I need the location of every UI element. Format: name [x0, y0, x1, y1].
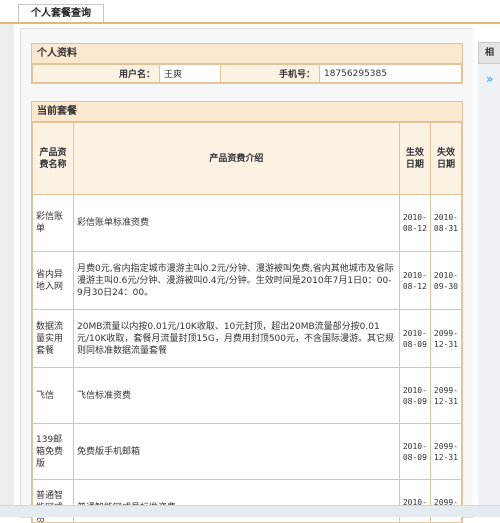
- phone-value: 18756295385: [320, 65, 462, 83]
- row-product-desc: 飞信标准资费: [74, 368, 400, 424]
- table-row: 彩信账单 彩信账单标准资费 2010-08-12 2010-08-31: [33, 195, 462, 252]
- table-row: 省内异地入网 月费0元,省内指定城市漫游主叫0.2元/分钟、漫游被叫免费,省内其…: [33, 252, 462, 310]
- row-end-date: 2010-09-30: [430, 252, 461, 310]
- tab-underline: [0, 22, 500, 24]
- row-start-date: 2010-08-09: [399, 368, 430, 424]
- header-start-date: 生效日期: [399, 123, 430, 195]
- related-side-panel: 相 »: [478, 42, 500, 516]
- row-start-date: 2010-08-12: [399, 195, 430, 252]
- username-label: 用户名：: [33, 65, 160, 83]
- row-end-date: 2099-12-31: [430, 368, 461, 424]
- row-start-date: 2010-08-09: [399, 424, 430, 480]
- row-product-desc: 彩信账单标准资费: [74, 195, 400, 252]
- table-row: 数据流量实用套餐 20MB流量以内按0.01元/10K收取、10元封顶，超出20…: [33, 310, 462, 368]
- profile-section: 个人资料 用户名： 王爽 手机号： 18756295385: [31, 43, 463, 84]
- profile-section-title: 个人资料: [32, 44, 462, 64]
- row-product-desc: 免费版手机邮箱: [74, 424, 400, 480]
- row-start-date: 2010-08-09: [399, 310, 430, 368]
- row-end-date: 2099-12-31: [430, 424, 461, 480]
- side-panel-title: 相: [478, 42, 500, 64]
- row-product-name: 数据流量实用套餐: [33, 310, 74, 368]
- table-row: 139邮箱免费版 免费版手机邮箱 2010-08-09 2099-12-31: [33, 424, 462, 480]
- row-product-name: 省内异地入网: [33, 252, 74, 310]
- table-row: 飞信 飞信标准资费 2010-08-09 2099-12-31: [33, 368, 462, 424]
- row-end-date: 2099-12-31: [430, 310, 461, 368]
- tab-package-query[interactable]: 个人套餐查询: [18, 4, 104, 22]
- row-end-date: 2010-08-31: [430, 195, 461, 252]
- row-product-desc: 20MB流量以内按0.01元/10K收取、10元封顶，超出20MB流量部分按0.…: [74, 310, 400, 368]
- row-start-date: 2010-08-12: [399, 252, 430, 310]
- header-product-desc: 产品资费介绍: [74, 123, 400, 195]
- package-table-header: 产品资费名称 产品资费介绍 生效日期 失效日期: [33, 123, 462, 195]
- tab-bar: 个人套餐查询: [0, 0, 500, 24]
- username-value: 王爽: [160, 65, 221, 83]
- row-product-name: 飞信: [33, 368, 74, 424]
- main-content: 个人资料 用户名： 王爽 手机号： 18756295385 当前套餐 产品资费名…: [20, 28, 473, 518]
- row-product-name: 139邮箱免费版: [33, 424, 74, 480]
- package-section-title: 当前套餐: [32, 102, 462, 122]
- header-end-date: 失效日期: [430, 123, 461, 195]
- row-product-name: 彩信账单: [33, 195, 74, 252]
- current-package-section: 当前套餐 产品资费名称 产品资费介绍 生效日期 失效日期 彩信账单 彩信账单标准…: [31, 101, 463, 523]
- double-chevron-icon[interactable]: »: [478, 72, 500, 86]
- package-table: 产品资费名称 产品资费介绍 生效日期 失效日期 彩信账单 彩信账单标准资费 20…: [32, 122, 462, 523]
- row-product-desc: 月费0元,省内指定城市漫游主叫0.2元/分钟、漫游被叫免费,省内其他城市及省际漫…: [74, 252, 400, 310]
- phone-label: 手机号：: [221, 65, 320, 83]
- window-bottom-bar: [0, 505, 500, 517]
- left-gutter: [0, 24, 14, 516]
- profile-table: 用户名： 王爽 手机号： 18756295385: [32, 64, 462, 83]
- header-product-name: 产品资费名称: [33, 123, 74, 195]
